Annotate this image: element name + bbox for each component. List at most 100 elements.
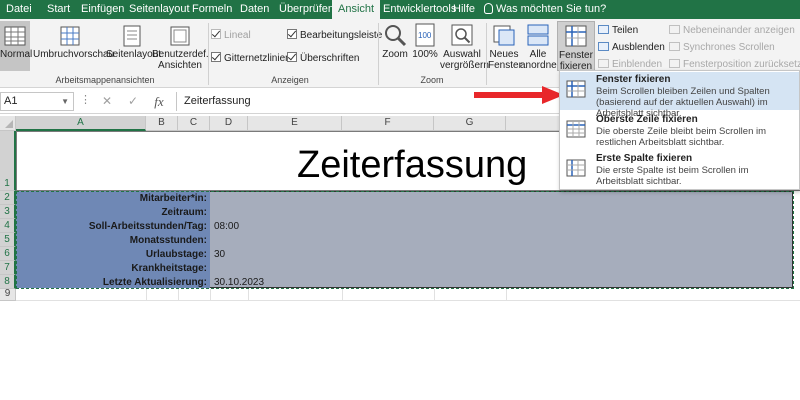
tab-hilfe[interactable]: Hilfe [453, 0, 475, 19]
split-button[interactable]: Teilen [598, 25, 638, 36]
tab-formeln[interactable]: Formeln [192, 0, 232, 19]
page-break-icon [60, 26, 80, 46]
page-break-preview-button[interactable]: Umbruchvorschau [33, 21, 114, 71]
gridline [146, 289, 147, 301]
gridlines-checkbox[interactable]: Gitternetzlinien [211, 52, 291, 64]
column-header-d[interactable]: D [210, 116, 248, 131]
gridline [248, 289, 249, 301]
umbruch-label: Umbruchvorschau [33, 49, 115, 60]
normal-label: Normal [0, 49, 33, 60]
headings-checkbox[interactable]: Überschriften [287, 52, 359, 64]
tab-daten[interactable]: Daten [240, 0, 269, 19]
insert-function-icon[interactable]: fx [150, 92, 168, 111]
row-number: 7 [4, 262, 10, 273]
new-window-button[interactable]: Neues Fenster [488, 21, 522, 71]
headings-label: Überschriften [300, 53, 360, 64]
column-header-a[interactable]: A [16, 116, 146, 131]
row-number: 8 [4, 276, 10, 287]
info-row[interactable]: Krankheitstage: [16, 262, 793, 276]
side-by-side-button[interactable]: Nebeneinander anzeigen [669, 25, 795, 36]
column-header-c[interactable]: C [178, 116, 210, 131]
tab-entwicklertools[interactable]: Entwicklertools [383, 0, 456, 19]
zoom-100-icon: 100 [415, 23, 435, 47]
row-header-4[interactable]: 4 [0, 219, 16, 233]
info-row[interactable]: Soll-Arbeitsstunden/Tag: 08:00 [16, 220, 793, 234]
ruler-checkbox[interactable]: Lineal [211, 29, 251, 41]
menu-item-freeze-first-column[interactable]: Erste Spalte fixieren Die erste Spalte i… [560, 151, 799, 189]
checkbox-box [211, 29, 221, 39]
custom-views-button[interactable]: Benutzerdef. Ansichten [152, 21, 209, 71]
zoom-selection-icon [451, 24, 473, 46]
show-group-label: Anzeigen [271, 75, 309, 85]
row-header-2[interactable]: 2 [0, 191, 16, 205]
tab-ansicht[interactable]: Ansicht [332, 0, 381, 19]
checkbox-box [287, 52, 297, 62]
name-box[interactable]: A1 ▼ [0, 92, 74, 111]
arrange-all-button[interactable]: Alle anordnen [520, 21, 562, 71]
menu-item-freeze-panes[interactable]: Fenster fixieren Beim Scrollen bleiben Z… [560, 72, 799, 119]
ribbon-separator [486, 23, 487, 85]
column-header-f[interactable]: F [342, 116, 434, 131]
row-header-1[interactable]: 1 [0, 131, 16, 191]
side-by-side-label: Nebeneinander anzeigen [683, 25, 795, 36]
column-header-g[interactable]: G [434, 116, 506, 131]
formula-bar-label: Bearbeitungsleiste [300, 30, 383, 41]
tab-einfuegen[interactable]: Einfügen [81, 0, 124, 19]
tell-me-text: Was möchten Sie tun? [496, 3, 607, 15]
hide-button[interactable]: Ausblenden [598, 42, 665, 53]
magnifier-icon [385, 25, 407, 47]
row-number: 3 [4, 206, 10, 217]
reset-position-button[interactable]: Fensterposition zurücksetzen [669, 59, 800, 70]
row-header-9[interactable]: 9 [0, 288, 16, 301]
column-header-e[interactable]: E [248, 116, 342, 131]
info-row[interactable]: Zeitraum: [16, 206, 793, 220]
sync-scroll-button[interactable]: Synchrones Scrollen [669, 42, 775, 53]
row-number: 4 [4, 220, 10, 231]
page-layout-view-button[interactable]: Seitenlayout [106, 21, 161, 71]
tab-ueberpruefen[interactable]: Überprüfen [279, 0, 334, 19]
normal-view-button[interactable]: Normal [0, 21, 33, 71]
menu-tab-bar: Datei Start Einfügen Seitenlayout Formel… [0, 0, 800, 19]
freeze-top-row-icon [566, 120, 586, 138]
tab-datei[interactable]: Datei [6, 0, 32, 19]
field-label: Monatsstunden: [129, 235, 207, 246]
tab-seitenlayout[interactable]: Seitenlayout [129, 0, 190, 19]
zoom-100-button[interactable]: 100 100% [411, 21, 439, 71]
checkbox-box [211, 52, 221, 62]
tell-me-search[interactable]: Was möchten Sie tun? [484, 0, 606, 19]
info-row[interactable]: Monatsstunden: [16, 234, 793, 248]
column-header-b[interactable]: B [146, 116, 178, 131]
formula-bar-checkbox[interactable]: Bearbeitungsleiste [287, 29, 382, 41]
zoom-selection-button[interactable]: Auswahl vergrößern [440, 21, 489, 71]
freeze-panes-icon [566, 80, 586, 98]
row-header-6[interactable]: 6 [0, 247, 16, 261]
checkbox-box [287, 29, 297, 39]
confirm-icon[interactable]: ✓ [124, 92, 142, 111]
menu-item-title: Oberste Zeile fixieren [596, 114, 698, 125]
row-header-8[interactable]: 8 [0, 275, 16, 289]
custom-views-icon [170, 26, 190, 46]
sync-scroll-label: Synchrones Scrollen [683, 42, 775, 53]
tab-start[interactable]: Start [47, 0, 70, 19]
sync-scroll-icon [669, 42, 680, 51]
info-row[interactable]: Letzte Aktualisierung: 30.10.2023 [16, 276, 793, 290]
field-label: Soll-Arbeitsstunden/Tag: [88, 221, 207, 232]
row-header-5[interactable]: 5 [0, 233, 16, 247]
row-header-7[interactable]: 7 [0, 261, 16, 275]
freeze-panes-button[interactable]: Fenster fixieren ▾ [557, 21, 595, 83]
menu-item-description: Die oberste Zeile bleibt beim Scrollen i… [596, 126, 767, 148]
row-header-3[interactable]: 3 [0, 205, 16, 219]
info-row[interactable]: Mitarbeiter*in: [16, 192, 793, 206]
more-dots-icon[interactable]: ⋮ [80, 93, 91, 106]
field-label: Urlaubstage: [145, 249, 207, 260]
cancel-icon[interactable]: ✕ [98, 92, 116, 111]
neues-label: Neues [489, 49, 519, 60]
unhide-button[interactable]: Einblenden [598, 59, 662, 70]
menu-item-freeze-top-row[interactable]: Oberste Zeile fixieren Die oberste Zeile… [560, 112, 799, 150]
info-row[interactable]: Urlaubstage: 30 [16, 248, 793, 262]
chevron-down-icon[interactable]: ▼ [61, 93, 69, 110]
select-all-corner[interactable] [0, 116, 16, 131]
hide-label: Ausblenden [612, 42, 665, 53]
zoom-button[interactable]: Zoom [380, 21, 410, 71]
split-label: Teilen [612, 25, 639, 36]
